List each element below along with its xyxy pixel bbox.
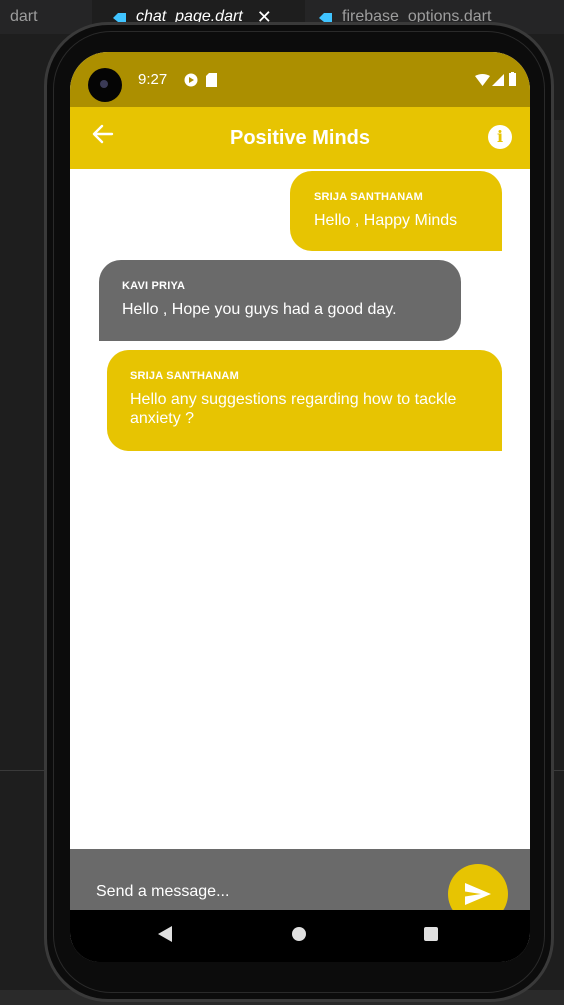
message-bubble-outgoing: SRIJA SANTHANAM Hello , Happy Minds — [290, 171, 502, 251]
wifi-icon — [475, 74, 490, 86]
message-input[interactable] — [94, 871, 428, 913]
message-text: Hello , Happy Minds — [314, 212, 458, 229]
nav-home-icon[interactable] — [292, 927, 306, 941]
sd-card-icon — [206, 73, 217, 87]
status-bar: 9:27 — [70, 52, 530, 107]
dart-file-icon — [319, 12, 332, 22]
ide-tab-dart[interactable]: dart — [10, 0, 38, 34]
message-sender: SRIJA SANTHANAM — [130, 370, 239, 382]
camera-icon — [88, 68, 122, 102]
status-time: 9:27 — [138, 71, 168, 88]
send-icon — [465, 883, 491, 905]
dart-file-icon — [113, 12, 126, 22]
message-bubble-incoming: KAVI PRIYA Hello , Hope you guys had a g… — [99, 260, 461, 341]
app-bar: Positive Minds i — [70, 107, 530, 169]
nav-recents-icon[interactable] — [424, 927, 438, 941]
arrow-left-icon[interactable] — [92, 121, 114, 151]
signal-icon — [492, 74, 504, 86]
message-sender: SRIJA SANTHANAM — [314, 191, 423, 203]
phone-screen: 9:27 Positive Minds i SRIJA SANTHANAM He… — [70, 52, 530, 962]
message-text: Hello any suggestions regarding how to t… — [130, 391, 457, 427]
sync-icon — [184, 73, 198, 87]
info-icon[interactable]: i — [488, 125, 512, 149]
battery-icon — [509, 72, 516, 86]
message-bubble-outgoing: SRIJA SANTHANAM Hello any suggestions re… — [107, 350, 502, 451]
page-title: Positive Minds — [229, 127, 371, 149]
message-sender: KAVI PRIYA — [122, 280, 186, 292]
message-list[interactable]: SRIJA SANTHANAM Hello , Happy Minds KAVI… — [70, 169, 530, 849]
system-nav-bar — [70, 910, 530, 962]
message-text: Hello , Hope you guys had a good day. — [122, 301, 397, 318]
nav-back-icon[interactable] — [158, 926, 172, 942]
ide-tab-label: dart — [10, 8, 38, 25]
